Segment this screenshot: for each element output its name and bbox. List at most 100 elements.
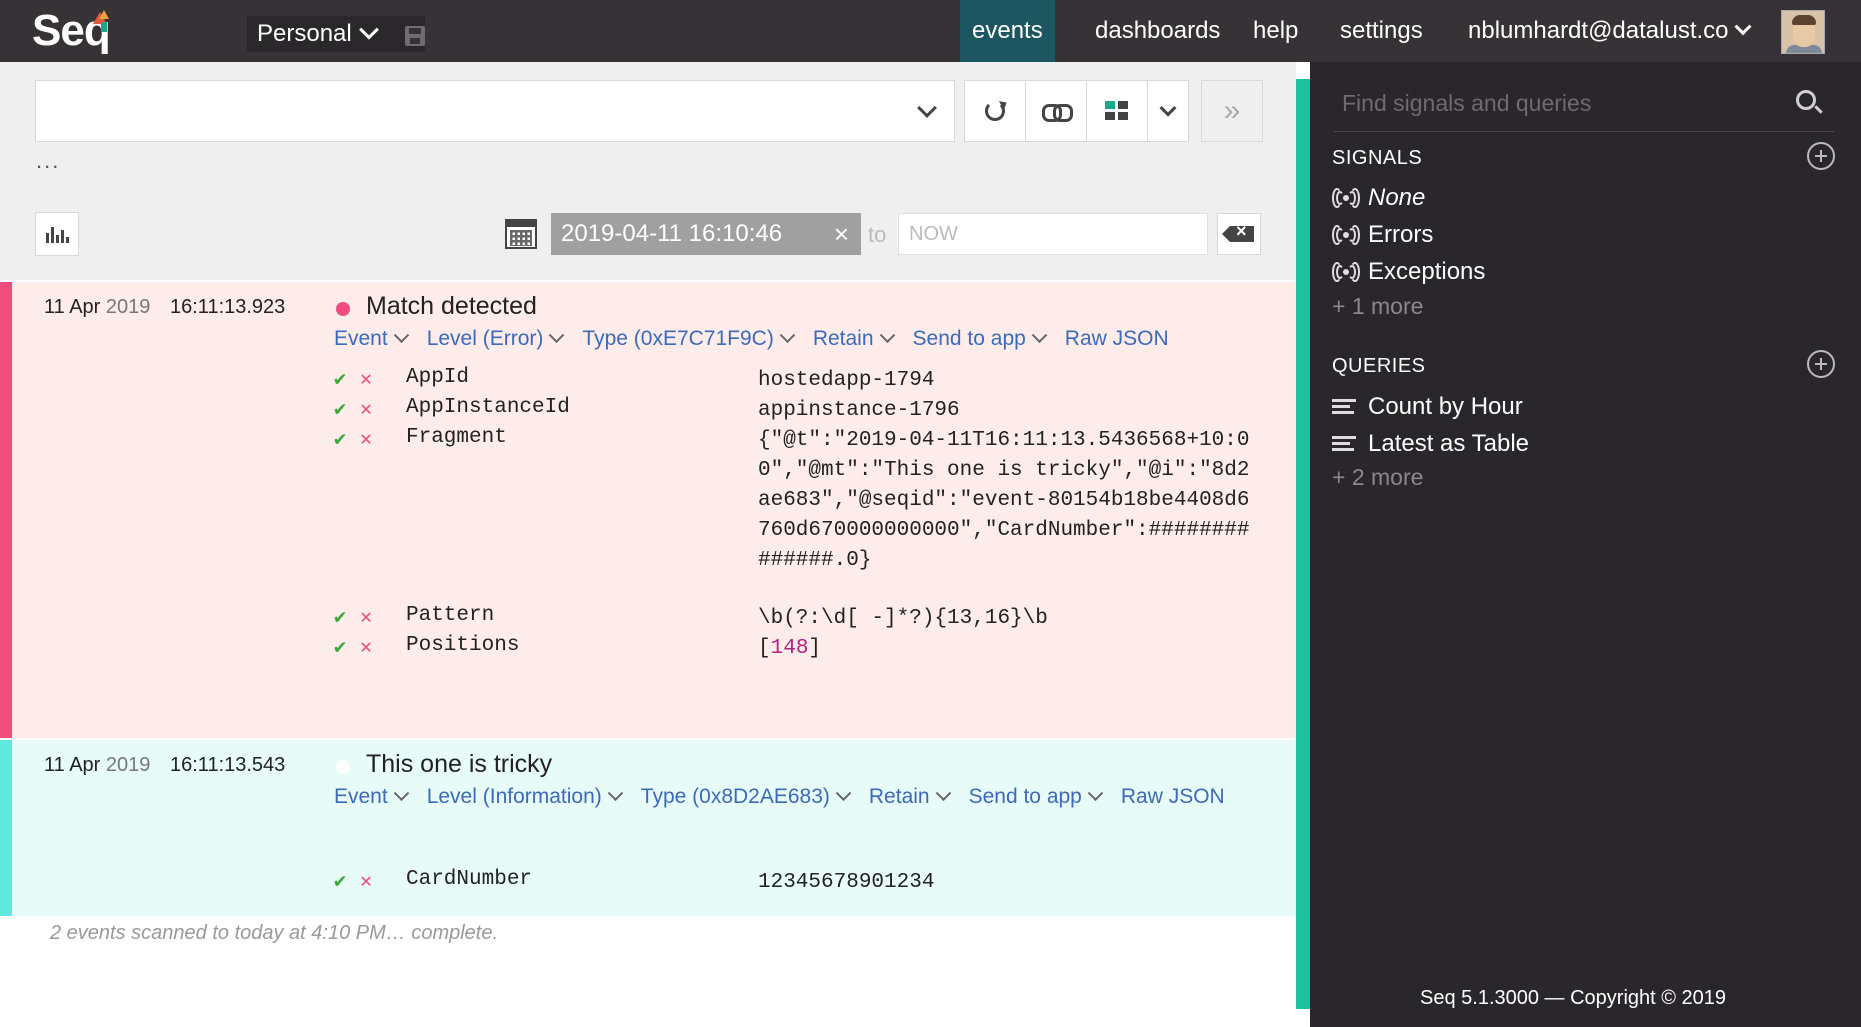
query-input[interactable] (35, 80, 955, 142)
date-to-label: to (868, 222, 887, 247)
clear-date-icon[interactable]: × (834, 219, 849, 250)
event-menu[interactable]: Event (334, 784, 409, 809)
level-indicator (336, 760, 350, 774)
raw-json-link[interactable]: Raw JSON (1121, 785, 1225, 809)
query-button-group (964, 80, 1189, 142)
signal-search-placeholder: Find signals and queries (1342, 90, 1592, 116)
event-actions: Event Level (Information) Type (0x8D2AE6… (334, 784, 1264, 809)
check-icon[interactable]: ✔ (334, 426, 346, 452)
property-name: Fragment (406, 426, 507, 449)
level-menu[interactable]: Level (Error) (427, 326, 565, 351)
signal-search[interactable]: Find signals and queries (1334, 74, 1834, 132)
signal-icon (1332, 225, 1360, 245)
property-value: appinstance-1796 (758, 399, 960, 422)
backspace-icon (1222, 221, 1254, 242)
event-menu[interactable]: Event (334, 326, 409, 351)
query-item-count-by-hour[interactable]: Count by Hour (1332, 393, 1523, 421)
cross-icon[interactable]: ✕ (360, 634, 372, 660)
more-options[interactable]: ... (36, 148, 60, 174)
cross-icon[interactable]: ✕ (360, 366, 372, 392)
send-to-app-label: Send to app (968, 785, 1082, 808)
date-to-placeholder: NOW (909, 222, 958, 245)
cross-icon[interactable]: ✕ (360, 426, 372, 452)
signal-label: Errors (1368, 221, 1434, 248)
level-stripe (0, 282, 12, 738)
chevron-down-icon (935, 784, 951, 801)
event-date-day: 11 Apr (44, 296, 101, 318)
save-icon[interactable] (405, 26, 425, 46)
type-menu[interactable]: Type (0xE7C71F9C) (582, 326, 796, 351)
signals-sidebar: Find signals and queries SIGNALS None Er… (1310, 62, 1861, 1027)
user-menu[interactable]: nblumhardt@datalust.co (1456, 0, 1761, 62)
refresh-button[interactable] (964, 80, 1026, 142)
sidebar-accent-bar[interactable] (1296, 79, 1310, 1009)
send-to-app-menu[interactable]: Send to app (912, 326, 1048, 351)
chevron-down-icon (879, 326, 895, 343)
history-dropdown-icon[interactable] (917, 98, 937, 118)
workspace-selector[interactable]: Personal (247, 16, 425, 52)
date-to-field[interactable]: NOW (898, 213, 1208, 255)
event-properties: ✔ ✕ AppId hostedapp-1794 ✔ ✕ AppInstanceId… (334, 366, 1254, 664)
cross-icon[interactable]: ✕ (360, 604, 372, 630)
check-icon[interactable]: ✔ (334, 604, 346, 630)
send-to-app-label: Send to app (912, 327, 1026, 350)
date-from-value: 2019-04-11 16:10:46 (561, 220, 783, 247)
check-icon[interactable]: ✔ (334, 366, 346, 392)
signal-item-exceptions[interactable]: Exceptions (1332, 258, 1485, 286)
property-name: Positions (406, 634, 520, 657)
signal-label: None (1368, 184, 1426, 211)
query-item-latest-as-table[interactable]: Latest as Table (1332, 430, 1529, 458)
raw-json-label: Raw JSON (1064, 327, 1169, 350)
type-menu[interactable]: Type (0x8D2AE683) (641, 784, 852, 809)
cross-icon[interactable]: ✕ (360, 396, 372, 422)
property-name: Pattern (406, 604, 495, 627)
grid-icon (1105, 101, 1129, 121)
property-name: AppId (406, 366, 470, 389)
signal-item-none[interactable]: None (1332, 184, 1425, 212)
chevron-down-icon (779, 326, 796, 343)
property-value: 12345678901234 (758, 871, 935, 894)
tail-button[interactable] (1025, 80, 1087, 142)
nav-settings[interactable]: settings (1328, 0, 1435, 62)
nav-dashboards-label: dashboards (1095, 17, 1221, 44)
nav-settings-label: settings (1340, 17, 1423, 44)
event-message[interactable]: This one is tricky (366, 750, 552, 779)
nav-events[interactable]: events (960, 0, 1055, 62)
array-close: ] (808, 637, 822, 660)
send-to-app-menu[interactable]: Send to app (968, 784, 1104, 809)
nav-dashboards[interactable]: dashboards (1083, 0, 1232, 62)
retain-menu[interactable]: Retain (813, 326, 895, 351)
date-from-field[interactable]: 2019-04-11 16:10:46 × (551, 213, 861, 255)
check-icon[interactable]: ✔ (334, 634, 346, 660)
check-icon[interactable]: ✔ (334, 868, 346, 894)
view-mode-dropdown[interactable] (1147, 80, 1189, 142)
clear-range-button[interactable] (1217, 213, 1261, 255)
nav-help[interactable]: help (1241, 0, 1310, 62)
calendar-icon[interactable] (505, 219, 537, 249)
next-page-button[interactable]: » (1201, 80, 1263, 142)
event-date: 11 Apr 2019 (44, 754, 150, 777)
event-date-year: 2019 (105, 754, 151, 776)
add-signal-icon[interactable] (1807, 142, 1835, 170)
event-row[interactable]: 11 Apr 2019 16:11:13.923 Match detected … (0, 282, 1296, 738)
histogram-button[interactable] (35, 212, 79, 256)
signals-more-link[interactable]: + 1 more (1332, 293, 1423, 320)
avatar[interactable] (1781, 10, 1825, 54)
signal-item-errors[interactable]: Errors (1332, 221, 1433, 249)
raw-json-link[interactable]: Raw JSON (1065, 327, 1169, 351)
chevron-down-icon (1159, 99, 1177, 117)
cross-icon[interactable]: ✕ (360, 868, 372, 894)
level-menu[interactable]: Level (Information) (427, 784, 624, 809)
event-menu-label: Event (334, 327, 388, 350)
signals-header: SIGNALS (1332, 147, 1423, 169)
add-query-icon[interactable] (1807, 350, 1835, 378)
queries-more-link[interactable]: + 2 more (1332, 464, 1423, 491)
workspace-label: Personal (257, 20, 352, 47)
search-icon[interactable] (1796, 90, 1816, 110)
check-icon[interactable]: ✔ (334, 396, 346, 422)
view-mode-button[interactable] (1086, 80, 1148, 142)
event-row[interactable]: 11 Apr 2019 16:11:13.543 This one is tri… (0, 740, 1296, 916)
retain-menu[interactable]: Retain (869, 784, 951, 809)
signal-icon (1332, 188, 1360, 208)
event-message[interactable]: Match detected (366, 292, 537, 321)
